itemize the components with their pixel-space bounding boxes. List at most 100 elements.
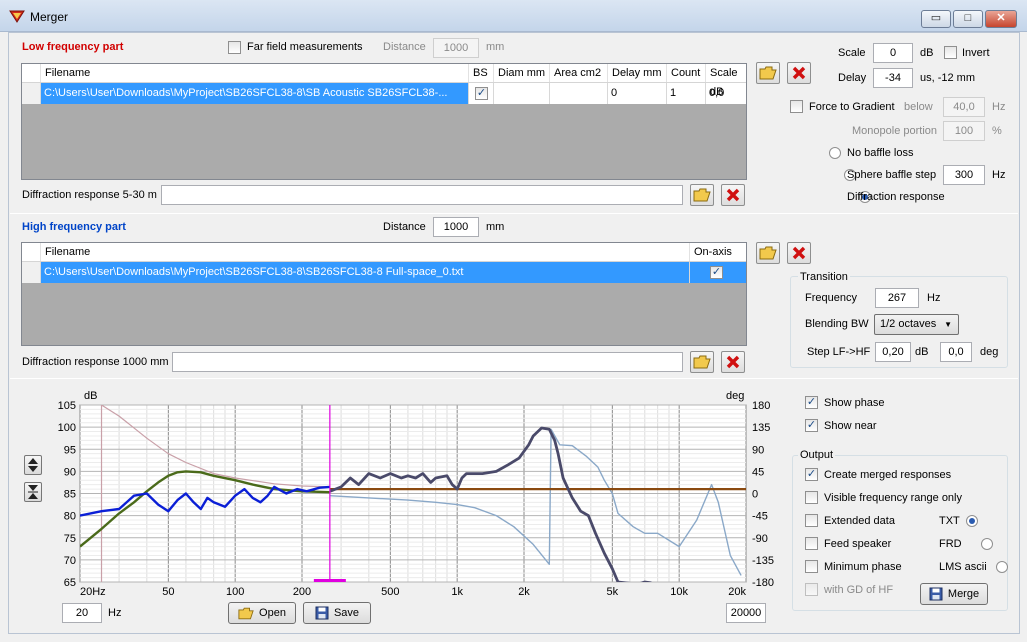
col-onaxis[interactable]: On-axis — [690, 243, 746, 261]
y2-tick-label: 135 — [752, 422, 770, 434]
lf-file-grid[interactable]: Filename BS Diam mm Area cm2 Delay mm Co… — [21, 63, 747, 180]
minimize-button[interactable]: ▭ — [921, 10, 951, 28]
step-deg-input[interactable]: 0,0 — [940, 342, 972, 362]
hf-file-grid[interactable]: Filename On-axis C:\Users\User\Downloads… — [21, 242, 747, 346]
hf-distance-input[interactable]: 1000 — [433, 217, 479, 237]
close-button[interactable]: ✕ — [985, 10, 1017, 28]
lf-remove-file-button[interactable] — [787, 62, 811, 84]
folder-open-icon — [693, 355, 711, 369]
col-delay[interactable]: Delay mm — [608, 64, 667, 82]
save-button-label: Save — [333, 607, 360, 619]
min-freq-input[interactable]: 20 — [62, 603, 102, 623]
force-gradient-checkbox[interactable] — [790, 100, 803, 113]
blending-bw-label: Blending BW — [805, 318, 869, 330]
y-tick-label: 70 — [64, 555, 76, 567]
hf-diffraction-input[interactable] — [172, 352, 683, 372]
scale-input[interactable]: 0 — [873, 43, 913, 63]
table-row[interactable]: C:\Users\User\Downloads\MyProject\SB26SF… — [22, 83, 746, 104]
y-axis-label: dB — [84, 390, 97, 402]
x-tick-label: 500 — [381, 586, 399, 598]
save-disk-icon — [929, 587, 943, 601]
sphere-baffle-input[interactable]: 300 — [943, 165, 985, 185]
folder-open-icon — [238, 607, 254, 619]
frequency-response-chart[interactable]: dB deg 105 100 95 90 85 80 75 70 65 180 135 90 45 0 -45 -… — [50, 387, 780, 599]
lf-row-count[interactable]: 1 — [667, 83, 706, 104]
below-input[interactable]: 40,0 — [943, 97, 985, 117]
delete-x-icon — [792, 66, 806, 80]
lf-distance-input[interactable]: 1000 — [433, 38, 479, 58]
open-button[interactable]: Open — [228, 602, 296, 624]
sphere-baffle-label: Sphere baffle step — [847, 169, 937, 181]
max-freq-input[interactable]: 20000 — [726, 603, 766, 623]
minimum-phase-label: Minimum phase — [824, 561, 902, 573]
below-unit: Hz — [992, 101, 1006, 113]
col-count[interactable]: Count — [667, 64, 706, 82]
lf-diffraction-remove-button[interactable] — [721, 184, 745, 206]
lf-distance-label: Distance — [383, 41, 426, 53]
lf-diffraction-open-button[interactable] — [690, 184, 714, 206]
minimum-phase-checkbox[interactable] — [805, 560, 818, 573]
delay-input[interactable]: -34 — [873, 68, 913, 88]
lf-diffraction-input[interactable] — [161, 185, 683, 205]
save-button[interactable]: Save — [303, 602, 371, 624]
table-row[interactable]: C:\Users\User\Downloads\MyProject\SB26SF… — [22, 262, 746, 283]
x-tick-label: 20Hz — [80, 586, 106, 598]
lf-row-bs-checkbox[interactable]: ✓ — [475, 87, 488, 100]
y-tick-label: 105 — [58, 400, 76, 412]
format-txt-label: TXT — [939, 515, 960, 527]
y2-tick-label: -90 — [752, 533, 768, 545]
lf-row-area[interactable] — [550, 83, 608, 104]
extended-data-label: Extended data — [824, 515, 895, 527]
y-tick-label: 95 — [64, 444, 76, 456]
no-baffle-radio[interactable] — [829, 147, 841, 159]
col-bs[interactable]: BS — [469, 64, 494, 82]
col-diam[interactable]: Diam mm — [494, 64, 550, 82]
monopole-label: Monopole portion — [852, 125, 938, 137]
hf-open-file-button[interactable] — [756, 242, 780, 264]
transition-frequency-input[interactable]: 267 — [875, 288, 919, 308]
y-tick-label: 100 — [58, 422, 76, 434]
feed-speaker-checkbox[interactable] — [805, 537, 818, 550]
lf-row-diam[interactable] — [494, 83, 550, 104]
hf-row-onaxis-checkbox[interactable]: ✓ — [710, 266, 723, 279]
y2-tick-label: -180 — [752, 577, 774, 589]
col-scale[interactable]: Scale dB — [706, 64, 746, 98]
transition-frequency-label: Frequency — [805, 292, 857, 304]
below-label: below — [904, 101, 933, 113]
x-tick-label: 20k — [728, 586, 746, 598]
zoom-out-button[interactable] — [24, 482, 42, 502]
lf-open-file-button[interactable] — [756, 62, 780, 84]
lf-row-delay[interactable]: 0 — [608, 83, 667, 104]
lf-row-scale[interactable]: 0,0 — [706, 83, 746, 104]
hf-row-filename[interactable]: C:\Users\User\Downloads\MyProject\SB26SF… — [41, 262, 690, 283]
lf-diffraction-label: Diffraction response 5-30 m — [22, 189, 157, 201]
app-logo-icon — [9, 10, 25, 23]
far-field-checkbox[interactable] — [228, 41, 241, 54]
maximize-button[interactable]: □ — [953, 10, 983, 28]
col-area[interactable]: Area cm2 — [550, 64, 608, 82]
hf-remove-file-button[interactable] — [787, 242, 811, 264]
lf-row-filename[interactable]: C:\Users\User\Downloads\MyProject\SB26SF… — [41, 83, 469, 104]
blending-bw-select[interactable]: 1/2 octaves ▼ — [874, 314, 959, 335]
hf-diffraction-open-button[interactable] — [690, 351, 714, 373]
step-db-input[interactable]: 0,20 — [875, 342, 911, 362]
col-filename[interactable]: Filename — [41, 243, 690, 261]
gd-hf-checkbox[interactable] — [805, 583, 818, 596]
hf-diffraction-remove-button[interactable] — [721, 351, 745, 373]
col-filename[interactable]: Filename — [41, 64, 469, 82]
zoom-in-button[interactable] — [24, 455, 42, 475]
extended-data-checkbox[interactable] — [805, 514, 818, 527]
create-merged-checkbox[interactable]: ✓ — [805, 468, 818, 481]
step-label: Step LF->HF — [807, 346, 871, 358]
show-near-label: Show near — [824, 420, 877, 432]
merge-button[interactable]: Merge — [920, 583, 988, 605]
collapse-vertical-icon — [28, 485, 38, 499]
y2-tick-label: 90 — [752, 444, 764, 456]
divider — [10, 213, 1018, 214]
visible-range-checkbox[interactable] — [805, 491, 818, 504]
show-phase-checkbox[interactable]: ✓ — [805, 396, 818, 409]
invert-checkbox[interactable] — [944, 46, 957, 59]
show-near-checkbox[interactable]: ✓ — [805, 419, 818, 432]
monopole-input[interactable]: 100 — [943, 121, 985, 141]
folder-open-icon — [759, 246, 777, 260]
